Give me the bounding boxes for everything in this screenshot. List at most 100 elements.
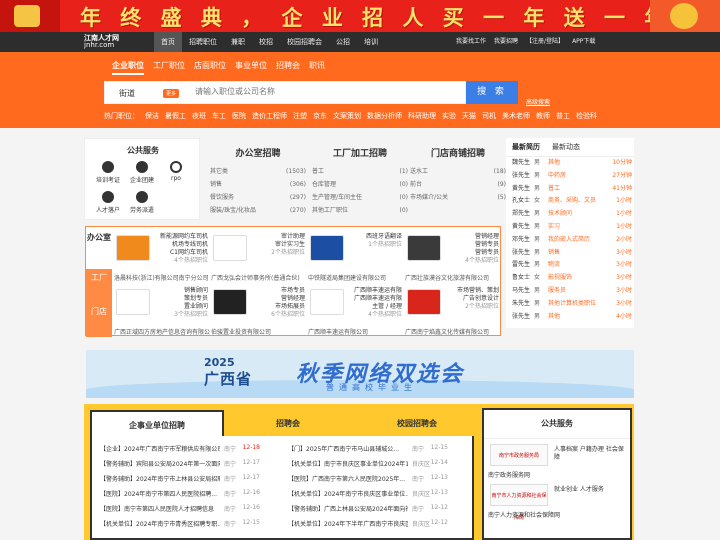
company-card[interactable]: 西班牙语翻译 1个热招职位 中铁隧道局集团建设有限公司 [308, 231, 404, 283]
category-row[interactable]: 销售 (306) [210, 178, 306, 191]
nav-jobs[interactable]: 招聘职位 [182, 32, 224, 52]
resume-row[interactable]: 黄先生男实习 1小时 [506, 221, 634, 234]
company-card[interactable]: 广西顺丰速运有限 广西顺丰速运有限 主管 / 经理 4个热招职位 广西顺丰速运有限公司 [308, 285, 404, 337]
service-rpo[interactable]: rpo [161, 161, 191, 182]
resume-row[interactable]: 鲁女士女影视服饰 3小时 [506, 272, 634, 285]
change-city-button[interactable]: 更多 [163, 89, 180, 98]
hot-job-link[interactable]: 实验 [442, 111, 456, 121]
hot-job-link[interactable]: 教师 [536, 111, 550, 121]
hot-job-link[interactable]: 司机 [482, 111, 496, 121]
resume-row[interactable]: 张先生男其他 4小时 [506, 311, 634, 324]
job-title[interactable]: 市场专员 [249, 287, 305, 295]
nav-public[interactable]: 公招 [329, 32, 357, 52]
resume-row[interactable]: 张先生男中药房 27分钟 [506, 170, 634, 183]
resume-row[interactable]: 朱先生男其他计算机类职位 3小时 [506, 298, 634, 311]
job-title[interactable]: 营销经理 [443, 233, 499, 241]
job-title[interactable]: 广西顺丰速运有限 [346, 295, 402, 303]
job-title[interactable]: 审计助理 [249, 233, 305, 241]
hot-job-link[interactable]: 保洁 [145, 111, 159, 121]
job-title[interactable]: 西班牙语翻译 [346, 233, 402, 241]
login-register-link[interactable]: 【注册/登陆】 [526, 32, 564, 52]
service-training[interactable]: 培训考证 [93, 161, 123, 184]
job-title[interactable]: 新能源网约车司机 [152, 233, 208, 241]
company-card[interactable]: 销售顾问 策划专员 置业顾问 3个热招职位 广西正域四方房地产信息咨询有限公司 [114, 285, 210, 337]
side-tab-office[interactable]: 办公室 [86, 227, 112, 269]
hot-job-link[interactable]: 天猫 [462, 111, 476, 121]
job-title[interactable]: 机场专线司机 [152, 241, 208, 249]
hot-job-link[interactable]: 检验科 [576, 111, 597, 121]
company-card[interactable]: 市场营销、策划 广告创意设计 2个热招职位 广西南宁焰鑫文化传媒有限公司 [405, 285, 501, 337]
category-row[interactable]: 服装/珠宝/化妆品 (270) [210, 204, 306, 217]
category-row[interactable]: 市场媒介/公关 (5) [410, 191, 506, 204]
hot-job-link[interactable]: 美术老师 [502, 111, 530, 121]
category-row[interactable]: 生产管理/车间主任 (0) [312, 191, 408, 204]
job-title[interactable]: 置业顾问 [152, 303, 208, 311]
company-card[interactable]: 营销经理 营销专员 营销专员 4个热招职位 广西壮族漠谷文化旅游有限公司 [405, 231, 501, 283]
job-row[interactable]: 【机关单位】南宁市良庆区事业单位2024年12... 良庆区 12-14 [288, 459, 448, 468]
company-card[interactable]: 新能源网约车司机 机场专线司机 C1网约车司机 4个热招职位 洛晨科技(浙江)有限公司南… [114, 231, 210, 283]
resume-row[interactable]: 马先生男服务员 3小时 [506, 285, 634, 298]
category-row[interactable]: 仓库管理 (0) [312, 178, 408, 191]
resume-row[interactable]: 孔女士女商务、采购、文员 1小时 [506, 195, 634, 208]
find-job-link[interactable]: 我要找工作 [456, 32, 486, 52]
tab-campus-fair[interactable]: 校园招聘会 [352, 410, 482, 438]
job-title[interactable]: 营销专员 [443, 249, 499, 257]
tab-public-unit-jobs[interactable]: 企事业单位招聘 [90, 410, 224, 438]
company-card[interactable]: 审计助理 审计实习生 2个热招职位 广西戈弘会计师事务所(普通合伙) [211, 231, 307, 283]
hot-job-link[interactable]: 造价工程师 [252, 111, 287, 121]
resume-row[interactable]: 魏先生男其他 10分钟 [506, 157, 634, 170]
nav-parttime[interactable]: 兼职 [224, 32, 252, 52]
resume-row[interactable]: 郑先生男技术顾问 1小时 [506, 208, 634, 221]
nav-campus-fair[interactable]: 校园招聘会 [280, 32, 329, 52]
job-row[interactable]: 【医院】2024年南宁市第四人民医院招聘... 南宁 12-16 [100, 489, 260, 498]
category-row[interactable]: 餐饮服务 (297) [210, 191, 306, 204]
job-title[interactable]: 主管 / 经理 [346, 303, 402, 311]
search-button[interactable]: 搜 索 [466, 81, 518, 104]
tab-factory-jobs[interactable]: 工厂职位 [153, 60, 185, 75]
nav-training[interactable]: 培训 [357, 32, 385, 52]
city-selector[interactable]: 街道 [119, 88, 135, 99]
job-title[interactable]: 广告创意设计 [443, 295, 499, 303]
job-row[interactable]: 【医院】广西南宁市第六人民医院2025年... 南宁 12-13 [288, 474, 448, 483]
job-row[interactable]: 【机关单位】2024年南宁市青秀区招聘专职... 南宁 12-15 [100, 519, 260, 528]
company-card[interactable]: 市场专员 营销经理 市场拓展员 6个热招职位 伯骏置业投资有限公司 [211, 285, 307, 337]
resume-row[interactable]: 雷先生男物流 3小时 [506, 259, 634, 272]
service-team[interactable]: 企业团建 [127, 161, 157, 184]
app-download-link[interactable]: APP下载 [572, 32, 595, 52]
job-title[interactable]: 广西顺丰速运有限 [346, 287, 402, 295]
hot-job-link[interactable]: 京东 [313, 111, 327, 121]
hot-job-link[interactable]: 注塑 [293, 111, 307, 121]
job-title[interactable]: 策划专员 [152, 295, 208, 303]
side-tab-store[interactable]: 门店 [86, 303, 112, 337]
tab-news[interactable]: 职讯 [309, 60, 325, 75]
service-settle[interactable]: 人才落户 [93, 191, 123, 214]
job-row[interactable]: 【企业】2024年广西南宁市军粮供应有限公司... 南宁 12-18 [100, 444, 260, 453]
hot-job-link[interactable]: 医院 [232, 111, 246, 121]
job-row[interactable]: 【警务辅助】广西上林县公安局2024年面向社... 南宁 12-12 [288, 504, 448, 513]
tab-job-fair[interactable]: 招聘会 [234, 410, 342, 438]
tab-store-jobs[interactable]: 店面职位 [194, 60, 226, 75]
post-job-link[interactable]: 我要招聘 [494, 32, 518, 52]
site-logo[interactable]: 江南人才网 jnhr.com [84, 35, 144, 49]
hot-job-link[interactable]: 车工 [212, 111, 226, 121]
job-row[interactable]: 【警务辅助】2024年南宁市上林县公安局招聘... 南宁 12-17 [100, 474, 260, 483]
job-title[interactable]: C1网约车司机 [152, 249, 208, 257]
top-banner[interactable]: 年 终 盛 典 ， 企 业 招 人 买 一 年 送 一 年 ！ [0, 0, 720, 32]
job-row[interactable]: 【医院】南宁市第四人民医院人才招聘信息 南宁 12-16 [100, 504, 260, 513]
job-row[interactable]: 【警务辅助】宾阳县公安局2024年第一次面向... 南宁 12-17 [100, 459, 260, 468]
hot-job-link[interactable]: 文案策划 [333, 111, 361, 121]
job-title[interactable]: 销售顾问 [152, 287, 208, 295]
advanced-search-link[interactable]: 高级搜索 [526, 97, 550, 106]
hot-job-link[interactable]: 普工 [556, 111, 570, 121]
category-row[interactable]: 其他工厂职位 (0) [312, 204, 408, 217]
side-tab-factory[interactable]: 工厂 [86, 269, 112, 303]
job-row[interactable]: 【门】2025年广西南宁市马山县辅城公... 南宁 12-15 [288, 444, 448, 453]
tab-corp-jobs[interactable]: 企业职位 [112, 60, 144, 75]
search-input[interactable] [195, 87, 455, 96]
job-title[interactable]: 市场拓展员 [249, 303, 305, 311]
tab-latest-news[interactable]: 最新动态 [552, 142, 580, 152]
job-row[interactable]: 【机关单位】2024年下半年广西南宁市良庆区... 良庆区 12-12 [288, 519, 448, 528]
autumn-job-fair-ad[interactable]: 2025 广西省 秋季网络双选会 普通高校毕业生 [86, 350, 634, 398]
hot-job-link[interactable]: 夜班 [192, 111, 206, 121]
category-row[interactable]: 前台 (9) [410, 178, 506, 191]
